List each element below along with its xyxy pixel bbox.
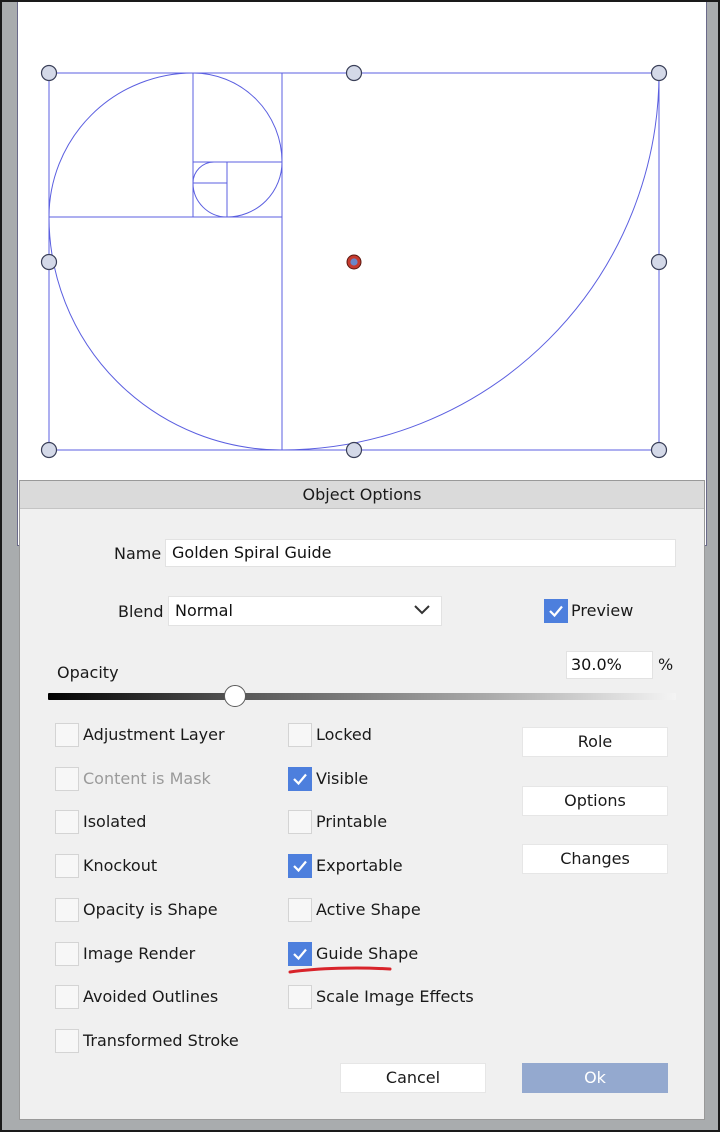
changes-button[interactable]: Changes bbox=[522, 844, 668, 874]
role-button[interactable]: Role bbox=[522, 727, 668, 757]
ok-button[interactable]: Ok bbox=[522, 1063, 668, 1093]
handle-bottom-right bbox=[650, 441, 668, 459]
isolated-checkbox[interactable] bbox=[55, 810, 79, 835]
handle-middle-left bbox=[40, 253, 58, 271]
scale-image-effects-label: Scale Image Effects bbox=[316, 987, 474, 1007]
opacity-slider-track[interactable] bbox=[48, 693, 676, 700]
visible-label: Visible bbox=[316, 768, 369, 788]
guide-shape-label: Guide Shape bbox=[316, 943, 419, 963]
name-label: Name bbox=[114, 544, 162, 563]
transformed-stroke-label: Transformed Stroke bbox=[83, 1030, 239, 1050]
options-button[interactable]: Options bbox=[522, 786, 668, 816]
adjustment-layer-label: Adjustment Layer bbox=[83, 725, 225, 744]
avoided-outlines-label: Avoided Outlines bbox=[83, 987, 219, 1007]
image-render-checkbox[interactable] bbox=[55, 941, 79, 966]
active-shape-label: Active Shape bbox=[316, 899, 421, 919]
name-input[interactable]: Golden Spiral Guide bbox=[165, 539, 676, 567]
handle-top-left bbox=[40, 64, 58, 82]
checkmark-icon bbox=[293, 860, 307, 873]
annotation-underline bbox=[288, 966, 392, 974]
checkmark-icon bbox=[549, 605, 563, 618]
content-is-mask-checkbox bbox=[55, 766, 79, 791]
opacity-label: Opacity bbox=[57, 663, 119, 682]
isolated-label: Isolated bbox=[83, 812, 147, 832]
checkmark-icon bbox=[293, 948, 307, 960]
exportable-label: Exportable bbox=[316, 856, 403, 876]
handle-middle-right bbox=[650, 253, 668, 271]
opacity-unit: % bbox=[658, 655, 674, 674]
exportable-checkbox[interactable] bbox=[288, 854, 312, 879]
preview-checkbox[interactable] bbox=[544, 599, 568, 623]
active-shape-checkbox[interactable] bbox=[288, 897, 312, 922]
handle-bottom-left bbox=[40, 441, 58, 459]
object-options-dialog: Object Options Name Golden Spiral Guide … bbox=[19, 480, 705, 1120]
visible-checkbox[interactable] bbox=[288, 766, 312, 791]
scale-image-effects-checkbox[interactable] bbox=[288, 985, 312, 1010]
image-render-label: Image Render bbox=[83, 943, 196, 963]
opacity-is-shape-checkbox[interactable] bbox=[55, 897, 79, 922]
chevron-down-icon bbox=[414, 605, 430, 615]
knockout-checkbox[interactable] bbox=[55, 854, 79, 879]
canvas-area[interactable] bbox=[17, 0, 707, 546]
checkmark-icon bbox=[293, 773, 307, 785]
content-is-mask-label: Content is Mask bbox=[83, 768, 211, 788]
opacity-slider-thumb[interactable] bbox=[223, 685, 246, 707]
opacity-input[interactable]: 30.0% bbox=[566, 651, 653, 679]
printable-label: Printable bbox=[316, 812, 388, 832]
transformed-stroke-checkbox[interactable] bbox=[55, 1028, 79, 1053]
knockout-label: Knockout bbox=[83, 856, 158, 876]
handle-top-right bbox=[650, 64, 668, 82]
locked-checkbox[interactable] bbox=[288, 723, 312, 747]
opacity-is-shape-label: Opacity is Shape bbox=[83, 899, 218, 919]
golden-spiral-guide[interactable] bbox=[18, 0, 708, 546]
guide-shape-checkbox[interactable] bbox=[288, 941, 312, 966]
printable-checkbox[interactable] bbox=[288, 810, 312, 835]
locked-label: Locked bbox=[316, 725, 372, 744]
blend-label: Blend bbox=[118, 602, 164, 621]
handle-bottom-center bbox=[345, 441, 363, 459]
handle-top-center bbox=[345, 64, 363, 82]
avoided-outlines-checkbox[interactable] bbox=[55, 985, 79, 1010]
blend-dropdown[interactable]: Normal bbox=[168, 596, 442, 626]
center-handle-dot bbox=[350, 258, 358, 266]
adjustment-layer-checkbox[interactable] bbox=[55, 723, 79, 747]
blend-value: Normal bbox=[175, 601, 233, 620]
preview-label: Preview bbox=[571, 601, 634, 620]
dialog-title: Object Options bbox=[20, 481, 704, 509]
cancel-button[interactable]: Cancel bbox=[340, 1063, 486, 1093]
